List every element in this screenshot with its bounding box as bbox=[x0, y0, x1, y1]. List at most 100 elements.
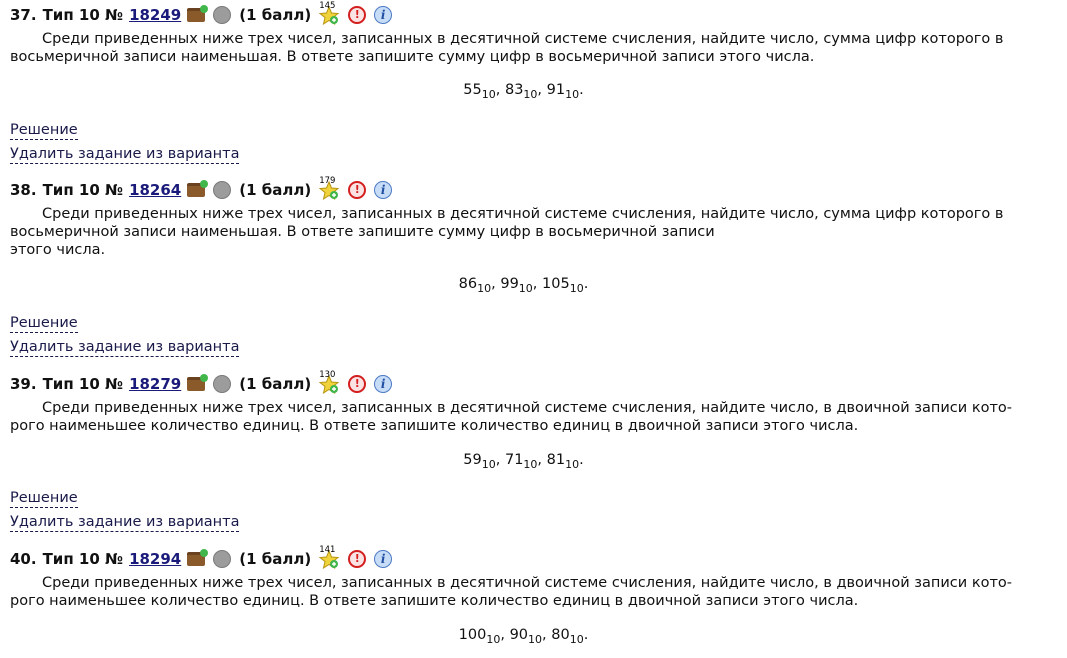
task-block: 37. Тип 10 № 18249 (1 балл) 145! i Среди приве… bbox=[10, 1, 1037, 164]
solved-count: 145 bbox=[319, 1, 336, 11]
number-value: 91 bbox=[546, 82, 566, 98]
number-value: 90 bbox=[509, 627, 529, 643]
task-header: 40. Тип 10 № 18294 (1 балл) 141! i bbox=[10, 545, 1037, 570]
number-base: 10 bbox=[565, 458, 580, 471]
star-icon[interactable]: 145 bbox=[318, 1, 340, 26]
statement-line: Среди приведенных ниже трех чисел, запис… bbox=[42, 575, 1012, 591]
task-header: 38. Тип 10 № 18264 (1 балл) 179! i bbox=[10, 176, 1037, 201]
task-type: Тип 10 № bbox=[42, 6, 124, 24]
task-header: 39. Тип 10 № 18279 (1 балл) 130! i bbox=[10, 370, 1037, 395]
status-circle-icon bbox=[213, 550, 232, 568]
star-icon[interactable]: 130 bbox=[318, 370, 340, 395]
number-base: 10 bbox=[518, 282, 533, 295]
briefcase-icon[interactable] bbox=[187, 374, 209, 391]
number-value: 81 bbox=[546, 452, 566, 468]
task-points: (1 балл) bbox=[239, 6, 312, 24]
info-icon[interactable]: i bbox=[374, 6, 393, 24]
solved-count: 130 bbox=[319, 370, 336, 380]
task-number: 40. bbox=[10, 550, 37, 568]
number-base: 10 bbox=[481, 458, 496, 471]
number-set: 10010, 9010, 8010. bbox=[10, 625, 1037, 645]
number-separator: , bbox=[495, 452, 505, 468]
number-value: 105 bbox=[542, 276, 570, 292]
statement-line: восьмеричной записи наименьшая. В ответе… bbox=[10, 49, 815, 65]
remove-task-link[interactable]: Удалить задание из варианта bbox=[10, 514, 240, 532]
info-icon[interactable]: i bbox=[374, 181, 393, 199]
task-block: 39. Тип 10 № 18279 (1 балл) 130! i Среди приве… bbox=[10, 370, 1037, 532]
number-separator: . bbox=[583, 276, 589, 292]
task-points: (1 балл) bbox=[239, 550, 312, 568]
number-base: 10 bbox=[481, 88, 496, 101]
number-separator: . bbox=[579, 452, 584, 468]
number-base: 10 bbox=[569, 633, 584, 646]
briefcase-icon[interactable] bbox=[187, 549, 209, 566]
status-circle-icon bbox=[213, 375, 232, 393]
number-base: 10 bbox=[523, 88, 538, 101]
number-base: 10 bbox=[565, 88, 580, 101]
number-value: 80 bbox=[551, 627, 570, 643]
status-circle-icon bbox=[213, 181, 232, 199]
statement-line: рого наименьшее количество единиц. В отв… bbox=[10, 593, 859, 609]
number-separator: . bbox=[583, 627, 589, 643]
solved-count: 179 bbox=[319, 176, 336, 186]
statement-line: рого наименьшее количество единиц. В отв… bbox=[10, 418, 859, 434]
number-base: 10 bbox=[528, 633, 543, 646]
solved-count: 141 bbox=[319, 545, 336, 555]
report-error-icon[interactable]: ! bbox=[348, 181, 367, 199]
solution-link[interactable]: Решение bbox=[10, 122, 78, 140]
number-base: 10 bbox=[569, 282, 584, 295]
star-icon[interactable]: 141 bbox=[318, 545, 340, 570]
number-separator: , bbox=[542, 627, 552, 643]
number-value: 71 bbox=[504, 452, 524, 468]
number-value: 83 bbox=[504, 82, 524, 98]
statement-line: этого числа. bbox=[10, 242, 106, 258]
number-set: 5510, 8310, 9110. bbox=[10, 80, 1037, 100]
briefcase-icon[interactable] bbox=[187, 5, 209, 22]
number-base: 10 bbox=[486, 633, 501, 646]
solution-link[interactable]: Решение bbox=[10, 315, 78, 333]
number-base: 10 bbox=[523, 458, 538, 471]
task-header: 37. Тип 10 № 18249 (1 балл) 145! i bbox=[10, 1, 1037, 26]
task-id-link[interactable]: 18249 bbox=[129, 6, 181, 24]
status-circle-icon bbox=[213, 6, 232, 24]
task-type: Тип 10 № bbox=[42, 375, 124, 393]
task-id-link[interactable]: 18279 bbox=[129, 375, 181, 393]
star-icon[interactable]: 179 bbox=[318, 176, 340, 201]
task-type: Тип 10 № bbox=[42, 550, 124, 568]
remove-task-link[interactable]: Удалить задание из варианта bbox=[10, 146, 240, 164]
remove-task-link[interactable]: Удалить задание из варианта bbox=[10, 339, 240, 357]
report-error-icon[interactable]: ! bbox=[348, 375, 367, 393]
briefcase-icon[interactable] bbox=[187, 180, 209, 197]
task-id-link[interactable]: 18264 bbox=[129, 181, 181, 199]
number-value: 59 bbox=[463, 452, 482, 468]
info-icon[interactable]: i bbox=[374, 375, 393, 393]
number-value: 86 bbox=[458, 276, 478, 292]
task-number: 38. bbox=[10, 181, 37, 199]
task-points: (1 балл) bbox=[239, 375, 312, 393]
task-type: Тип 10 № bbox=[42, 181, 124, 199]
number-set: 5910, 7110, 8110. bbox=[10, 450, 1037, 470]
number-value: 55 bbox=[463, 82, 482, 98]
number-value: 99 bbox=[500, 276, 519, 292]
report-error-icon[interactable]: ! bbox=[348, 550, 367, 568]
number-separator: , bbox=[495, 82, 505, 98]
number-separator: , bbox=[500, 627, 510, 643]
statement-line: Среди приведенных ниже трех чисел, запис… bbox=[42, 206, 1004, 222]
task-number: 39. bbox=[10, 375, 37, 393]
number-value: 100 bbox=[458, 627, 487, 643]
task-id-link[interactable]: 18294 bbox=[129, 550, 181, 568]
task-statement: Среди приведенных ниже трех чисел, запис… bbox=[10, 205, 1037, 259]
info-icon[interactable]: i bbox=[374, 550, 393, 568]
statement-line: Среди приведенных ниже трех чисел, запис… bbox=[42, 400, 1012, 416]
report-error-icon[interactable]: ! bbox=[348, 6, 367, 24]
number-separator: , bbox=[532, 276, 543, 292]
task-statement: Среди приведенных ниже трех чисел, запис… bbox=[10, 30, 1037, 66]
solution-link[interactable]: Решение bbox=[10, 490, 78, 508]
number-separator: , bbox=[537, 82, 547, 98]
number-separator: , bbox=[537, 452, 547, 468]
number-base: 10 bbox=[477, 282, 492, 295]
task-number: 37. bbox=[10, 6, 37, 24]
number-separator: , bbox=[491, 276, 501, 292]
number-separator: . bbox=[579, 82, 584, 98]
statement-line: Среди приведенных ниже трех чисел, запис… bbox=[42, 31, 1004, 47]
